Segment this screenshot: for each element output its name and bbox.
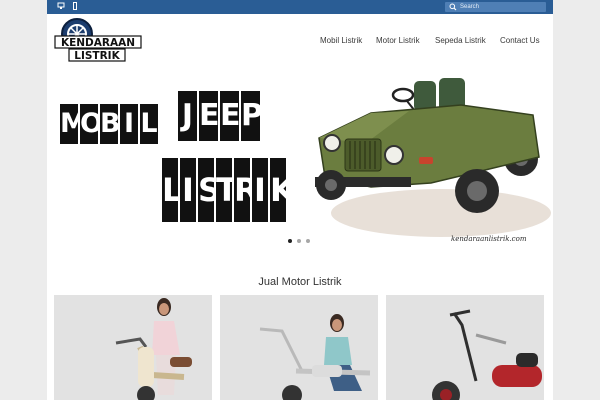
product-card-1[interactable] [54, 295, 212, 400]
white-scooter-photo [54, 295, 212, 400]
top-bar: Search [47, 0, 553, 14]
hero-letter: R [234, 158, 259, 222]
search-placeholder: Search [460, 4, 480, 10]
search-icon [449, 2, 457, 12]
slider-dot-1[interactable] [288, 239, 292, 243]
hero-word-jeep: J E E P [178, 91, 263, 141]
hero-letter: E [220, 91, 241, 141]
hero-letter: I [120, 104, 138, 144]
page: Search KENDARAAN LISTRIK Mobil Listrik M… [47, 0, 553, 400]
red-chopper-photo [386, 295, 544, 400]
slider-dot-3[interactable] [306, 239, 310, 243]
product-card-3[interactable] [386, 295, 544, 400]
hero-letter: E [199, 91, 220, 141]
desktop-icon[interactable] [56, 2, 66, 12]
main-nav: Mobil Listrik Motor Listrik Sepeda Listr… [47, 35, 553, 47]
hero-letter: I [180, 158, 196, 222]
hero-slider[interactable]: M O B I L J E E P L I S T R I K kendaraa… [47, 73, 553, 250]
hero-letter: T [216, 158, 238, 222]
hero-word-listrik: L I S T R I K [162, 158, 295, 222]
hero-letter: J [178, 91, 197, 141]
jeep-image [311, 73, 553, 250]
hero-letter: M [60, 104, 87, 144]
hero-letter: P [241, 91, 263, 141]
slider-pagination [288, 239, 312, 245]
hero-letter: O [80, 104, 103, 144]
hero-watermark: kendaraanlistrik.com [451, 235, 527, 243]
nav-item-motor-listrik[interactable]: Motor Listrik [376, 35, 420, 47]
hero-word-mobil: M O B I L [60, 104, 160, 144]
nav-item-contact-us[interactable]: Contact Us [500, 35, 540, 47]
mobile-icon[interactable] [70, 2, 80, 12]
hero-letter: B [100, 104, 121, 144]
silver-chopper-photo [220, 295, 378, 400]
hero-letter: K [270, 158, 295, 222]
hero-letter: S [198, 158, 221, 222]
slider-dot-2[interactable] [297, 239, 301, 243]
hero-letter: L [140, 104, 158, 144]
hero-letter: I [252, 158, 268, 222]
nav-item-mobil-listrik[interactable]: Mobil Listrik [320, 35, 362, 47]
hero-letter: L [162, 158, 182, 222]
search-input[interactable]: Search [445, 2, 546, 12]
product-card-2[interactable] [220, 295, 378, 400]
hero-title: M O B I L J E E P L I S T R I K [57, 86, 319, 236]
logo-text-line2: LISTRIK [74, 50, 120, 62]
section-title: Jual Motor Listrik [258, 276, 342, 288]
nav-item-sepeda-listrik[interactable]: Sepeda Listrik [435, 35, 486, 47]
